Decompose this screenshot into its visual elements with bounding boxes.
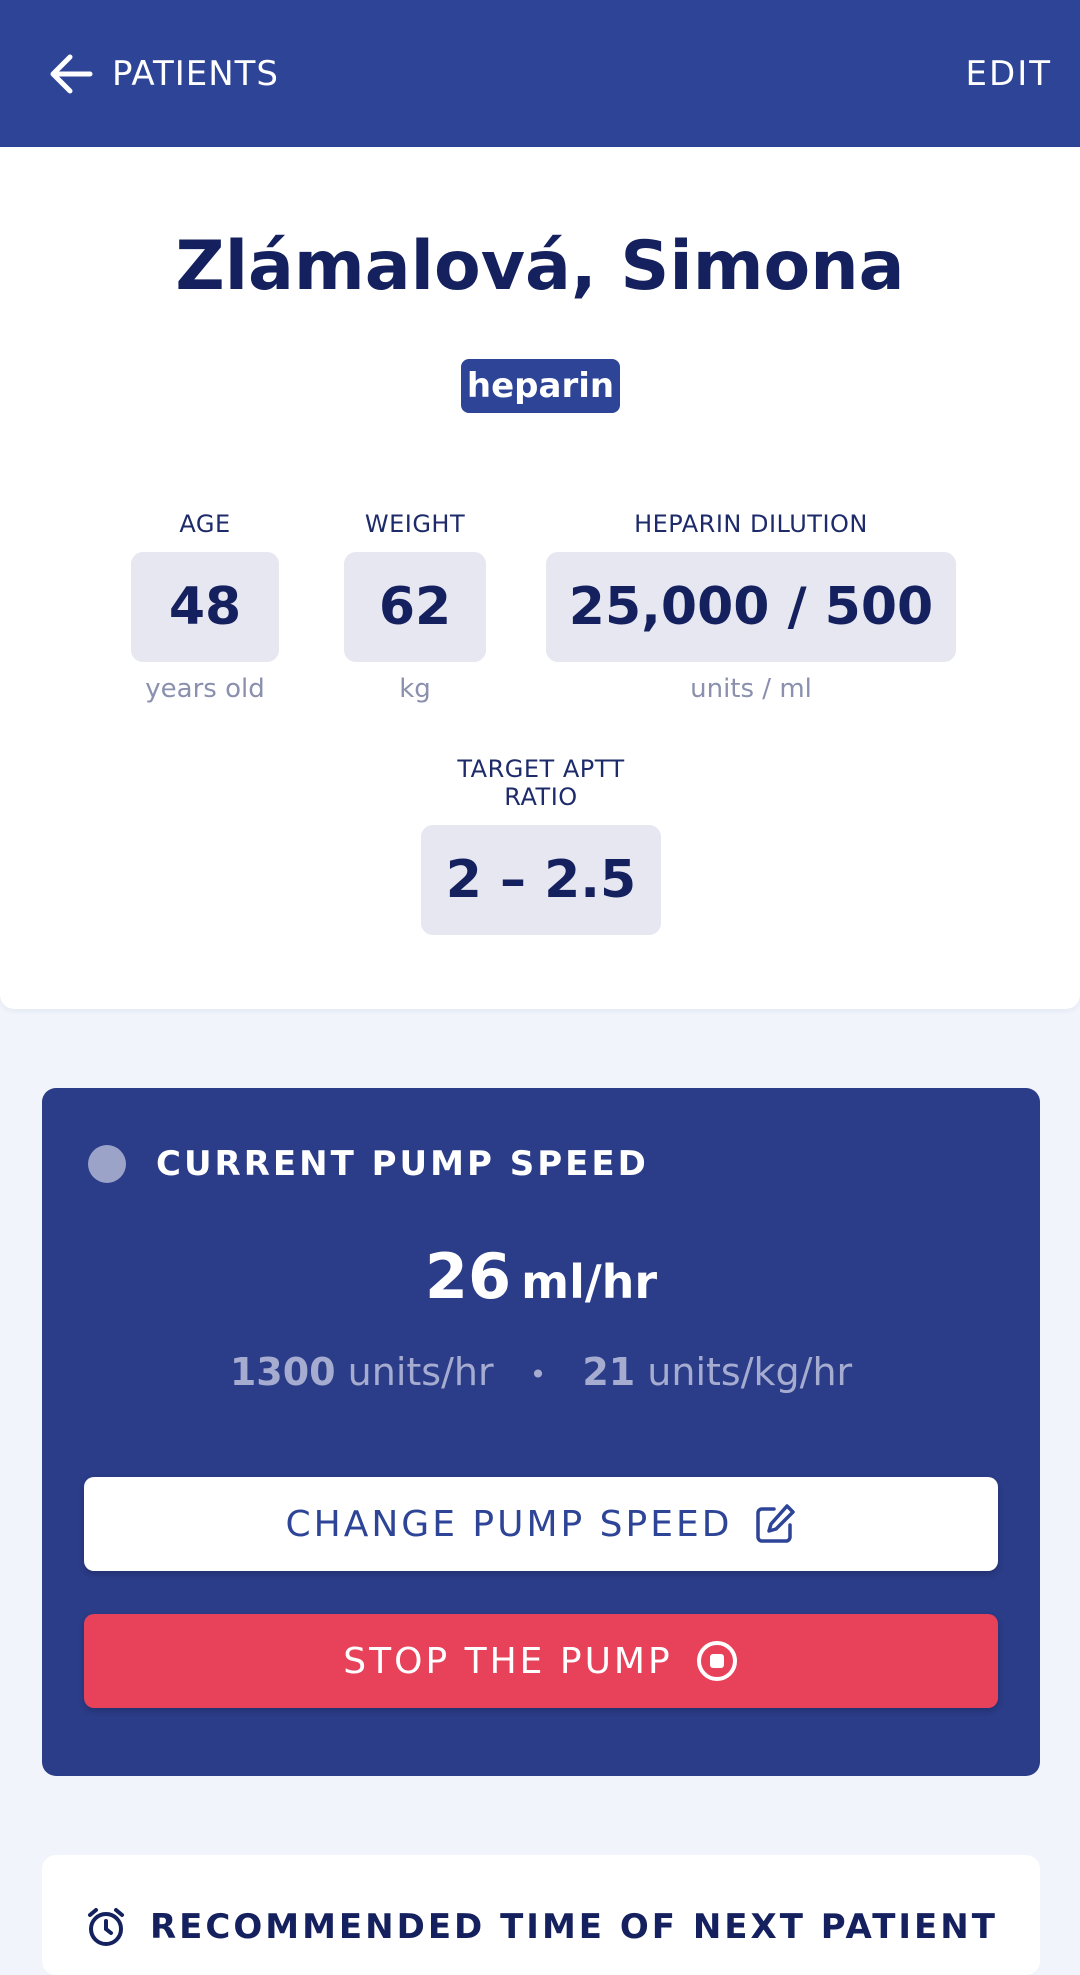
stop-pump-label: STOP THE PUMP <box>343 1640 673 1682</box>
age-unit: years old <box>145 674 265 704</box>
alarm-clock-icon <box>88 1908 124 1946</box>
weight-value: 62 <box>344 552 486 662</box>
target-aptt-stat: TARGET APTT RATIO 2 – 2.5 <box>421 755 661 935</box>
units-per-kg-unit: units/kg/hr <box>647 1350 853 1394</box>
weight-label: WEIGHT <box>364 510 466 538</box>
dilution-stat: HEPARIN DILUTION 25,000 / 500 units / ml <box>546 510 956 704</box>
top-app-bar: PATIENTS EDIT <box>0 0 1080 147</box>
back-to-patients-button[interactable]: PATIENTS <box>48 53 279 95</box>
weight-stat: WEIGHT 62 kg <box>344 510 486 704</box>
dilution-value: 25,000 / 500 <box>546 552 956 662</box>
target-aptt-label: TARGET APTT RATIO <box>457 755 625 811</box>
pump-dose-detail: 1300 units/hr • 21 units/kg/hr <box>42 1350 1040 1394</box>
edit-icon <box>756 1504 796 1543</box>
next-measurement-header: RECOMMENDED TIME OF NEXT PATIENT <box>84 1905 998 1949</box>
patient-card: Zlámalová, Simona heparin AGE 48 years o… <box>0 147 1080 1009</box>
next-measurement-card: RECOMMENDED TIME OF NEXT PATIENT <box>42 1855 1040 1975</box>
change-pump-speed-button[interactable]: CHANGE PUMP SPEED <box>84 1477 998 1571</box>
age-value: 48 <box>131 552 279 662</box>
age-stat: AGE 48 years old <box>131 510 279 704</box>
stop-circle-icon <box>696 1641 737 1681</box>
target-aptt-value: 2 – 2.5 <box>421 825 661 935</box>
stop-pump-button[interactable]: STOP THE PUMP <box>84 1614 998 1708</box>
drug-badge: heparin <box>461 359 620 413</box>
pump-title: CURRENT PUMP SPEED <box>156 1144 649 1184</box>
patient-name: Zlámalová, Simona <box>175 227 905 306</box>
pump-header: CURRENT PUMP SPEED <box>88 1144 649 1184</box>
detail-separator: • <box>529 1358 547 1391</box>
dilution-unit: units / ml <box>690 674 812 704</box>
age-label: AGE <box>179 510 231 538</box>
pump-status-indicator <box>88 1145 126 1183</box>
units-per-kg-value: 21 <box>582 1350 636 1394</box>
change-pump-speed-label: CHANGE PUMP SPEED <box>285 1503 733 1545</box>
pump-speed-card: CURRENT PUMP SPEED 26 ml/hr 1300 units/hr… <box>42 1088 1040 1776</box>
next-measurement-title: RECOMMENDED TIME OF NEXT PATIENT <box>150 1907 998 1947</box>
weight-unit: kg <box>399 674 431 704</box>
pump-rate-unit: ml/hr <box>521 1255 658 1309</box>
units-per-hr-unit: units/hr <box>347 1350 494 1394</box>
dilution-label: HEPARIN DILUTION <box>634 510 868 538</box>
back-label: PATIENTS <box>112 53 280 94</box>
pump-rate-value: 26 <box>424 1240 512 1313</box>
units-per-hr-value: 1300 <box>229 1350 336 1394</box>
edit-button[interactable]: EDIT <box>966 54 1052 94</box>
arrow-left-icon <box>50 54 93 93</box>
pump-rate: 26 ml/hr <box>42 1240 1040 1313</box>
